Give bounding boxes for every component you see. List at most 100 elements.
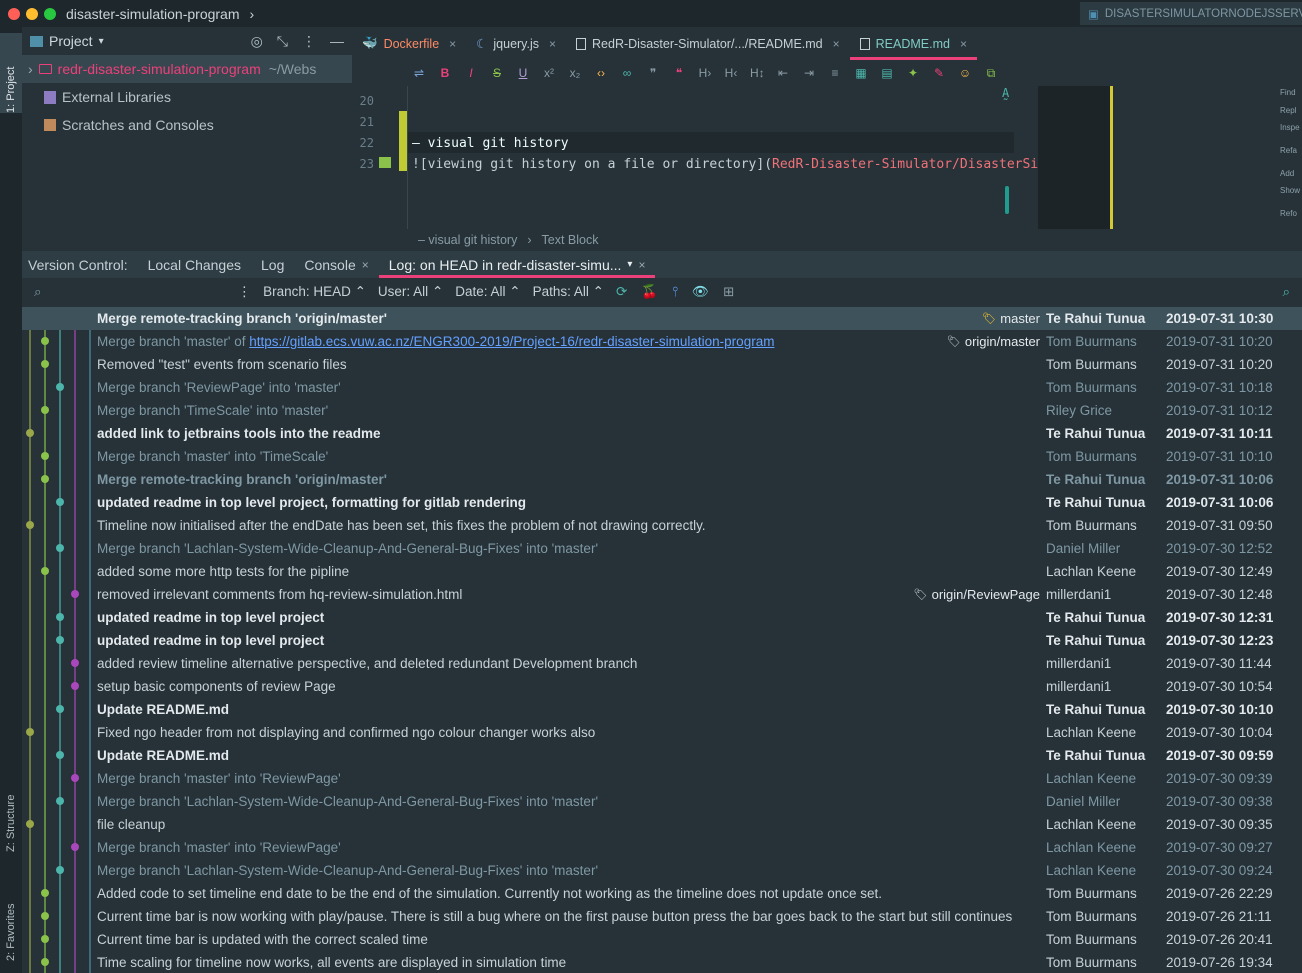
commit-row[interactable]: Merge branch 'Lachlan-System-Wide-Cleanu… <box>22 859 1302 882</box>
close-tab-icon[interactable]: × <box>362 258 369 272</box>
bold-icon[interactable]: B <box>438 66 452 80</box>
commit-row[interactable]: Current time bar is now working with pla… <box>22 905 1302 928</box>
commit-row[interactable]: Merge branch 'master' of https://gitlab.… <box>22 330 1302 353</box>
magic-wand-icon[interactable]: ✦ <box>906 66 920 80</box>
header-increase-icon[interactable]: H› <box>698 66 712 80</box>
tab-readme-nested[interactable]: RedR-Disaster-Simulator/.../README.md × <box>566 27 850 60</box>
commit-row[interactable]: Removed "test" events from scenario file… <box>22 353 1302 376</box>
commit-row[interactable]: Merge branch 'TimeScale' into 'master' Ri… <box>22 399 1302 422</box>
list-icon[interactable]: ≡ <box>828 66 842 80</box>
paths-filter[interactable]: Paths: All ⌃ <box>533 284 604 300</box>
log-search-input[interactable] <box>42 282 238 302</box>
commit-row[interactable]: file cleanup Lachlan Keene 2019-07-30 09:3… <box>22 813 1302 836</box>
commit-row[interactable]: Merge remote-tracking branch 'origin/mas… <box>22 468 1302 491</box>
project-view-selector[interactable]: Project <box>49 33 93 49</box>
search-icon[interactable]: ⌕ <box>34 284 42 300</box>
close-window-button[interactable] <box>8 7 20 20</box>
tree-item-scratches[interactable]: Scratches and Consoles <box>22 111 352 139</box>
commit-row[interactable]: Merge branch 'master' into 'ReviewPage' L… <box>22 836 1302 859</box>
commit-row[interactable]: updated readme in top level project, for… <box>22 491 1302 514</box>
header-toggle-icon[interactable]: H↕ <box>750 66 765 80</box>
underline-icon[interactable]: U <box>516 66 530 80</box>
commit-row[interactable]: Update README.md Te Rahui Tunua 2019-07-30… <box>22 744 1302 767</box>
right-panel-item[interactable]: Find <box>1280 88 1296 97</box>
commit-link[interactable]: https://gitlab.ecs.vuw.ac.nz/ENGR300-201… <box>249 334 774 349</box>
commit-row[interactable]: removed irrelevant comments from hq-revi… <box>22 583 1302 606</box>
superscript-icon[interactable]: x² <box>542 66 556 80</box>
minimize-window-button[interactable] <box>26 7 38 20</box>
code-icon[interactable]: ‹› <box>594 66 608 80</box>
chevron-right-icon[interactable]: › <box>28 61 33 77</box>
wrap-icon[interactable]: ⇌ <box>412 66 426 80</box>
eye-icon[interactable]: 👁 <box>692 284 709 300</box>
commit-log[interactable]: Merge remote-tracking branch 'origin/mas… <box>22 307 1302 973</box>
commit-row[interactable]: Merge branch 'ReviewPage' into 'master' T… <box>22 376 1302 399</box>
tab-log-head[interactable]: Log: on HEAD in redr-disaster-simu... ▾ × <box>378 251 656 278</box>
commit-row[interactable]: added link to jetbrains tools into the r… <box>22 422 1302 445</box>
italic-icon[interactable]: I <box>464 66 478 80</box>
commit-row[interactable]: Merge branch 'Lachlan-System-Wide-Cleanu… <box>22 537 1302 560</box>
tool-tab-structure[interactable]: Z: Structure <box>0 772 22 852</box>
close-tab-icon[interactable]: × <box>960 37 967 51</box>
branch-filter[interactable]: Branch: HEAD ⌃ <box>263 284 366 300</box>
tool-tab-favorites[interactable]: 2: Favorites <box>0 875 22 961</box>
commit-row[interactable]: Current time bar is updated with the cor… <box>22 928 1302 951</box>
table-insert-icon[interactable]: ▤ <box>880 66 894 80</box>
collapse-all-icon[interactable]: ⤡ <box>277 33 288 50</box>
locate-icon[interactable]: ◎ <box>251 33 263 50</box>
tree-item-external-libraries[interactable]: External Libraries <box>22 83 352 111</box>
right-panel-item[interactable]: Show <box>1280 186 1300 195</box>
commit-row[interactable]: Update README.md Te Rahui Tunua 2019-07-30… <box>22 698 1302 721</box>
commit-row[interactable]: Timeline now initialised after the endDa… <box>22 514 1302 537</box>
project-title[interactable]: disaster-simulation-program <box>66 6 240 22</box>
commit-row[interactable]: Merge branch 'Lachlan-System-Wide-Cleanu… <box>22 790 1302 813</box>
close-tab-icon[interactable]: × <box>449 37 456 51</box>
commit-row[interactable]: setup basic components of review Page mil… <box>22 675 1302 698</box>
more-options-icon[interactable]: ⋮ <box>302 33 316 50</box>
commit-row[interactable]: Time scaling for timeline now works, all… <box>22 951 1302 973</box>
indent-icon[interactable]: ⇥ <box>802 66 816 80</box>
hide-panel-icon[interactable]: — <box>330 33 344 50</box>
copy-icon[interactable]: ⧉ <box>984 66 998 81</box>
strikethrough-icon[interactable]: S <box>490 66 504 80</box>
commit-row[interactable]: Merge branch 'master' into 'ReviewPage' L… <box>22 767 1302 790</box>
quote-icon[interactable]: ❞ <box>646 66 660 80</box>
breadcrumb-item[interactable]: – visual git history <box>418 233 517 247</box>
date-filter[interactable]: Date: All ⌃ <box>455 284 520 300</box>
minimap[interactable] <box>1038 86 1110 229</box>
tab-readme[interactable]: README.md × <box>849 27 978 60</box>
user-filter[interactable]: User: All ⌃ <box>378 284 443 300</box>
link-icon[interactable]: ∞ <box>620 66 634 80</box>
commit-row[interactable]: added review timeline alternative perspe… <box>22 652 1302 675</box>
refresh-icon[interactable]: ⟳ <box>616 284 627 300</box>
zoom-window-button[interactable] <box>44 7 56 20</box>
breadcrumb-item[interactable]: Text Block <box>542 233 599 247</box>
commit-graph-icon[interactable]: ⫯ <box>672 284 678 300</box>
show-details-icon[interactable]: ⊞ <box>723 284 734 300</box>
code-editor[interactable]: 20 21 22 23 – visual git history ![viewi… <box>352 86 1302 229</box>
outdent-icon[interactable]: ⇤ <box>776 66 790 80</box>
right-panel-item[interactable]: Add <box>1280 169 1294 178</box>
commit-row[interactable]: Added code to set timeline end date to b… <box>22 882 1302 905</box>
editor-scrollbar[interactable] <box>1005 186 1009 214</box>
close-tab-icon[interactable]: × <box>549 37 556 51</box>
table-icon[interactable]: ▦ <box>854 66 868 80</box>
run-configuration-selector[interactable]: ▣ DISASTERSIMULATORNODEJSSERVER <box>1080 2 1302 25</box>
right-panel-item[interactable]: Inspe <box>1280 123 1300 132</box>
tab-jquery[interactable]: ☾ jquery.js × <box>466 27 566 60</box>
subscript-icon[interactable]: x₂ <box>568 66 582 80</box>
commit-row[interactable]: Merge remote-tracking branch 'origin/mas… <box>22 307 1302 330</box>
blockquote-icon[interactable]: ❝ <box>672 66 686 80</box>
close-tab-icon[interactable]: × <box>638 258 645 272</box>
right-panel-item[interactable]: Repl <box>1280 106 1296 115</box>
tree-item-root[interactable]: › redr-disaster-simulation-program ~/Web… <box>22 55 352 83</box>
header-decrease-icon[interactable]: H‹ <box>724 66 738 80</box>
feather-icon[interactable]: ✎ <box>932 66 946 80</box>
more-options-icon[interactable]: ⋮ <box>238 284 252 300</box>
right-panel-item[interactable]: Refa <box>1280 146 1297 155</box>
chevron-down-icon[interactable]: ▾ <box>99 36 104 47</box>
commit-row[interactable]: Fixed ngo header from not displaying and… <box>22 721 1302 744</box>
emoji-icon[interactable]: ☺ <box>958 66 972 80</box>
cherry-pick-icon[interactable]: 🍒 <box>641 284 658 300</box>
image-preview-icon[interactable] <box>379 157 391 168</box>
